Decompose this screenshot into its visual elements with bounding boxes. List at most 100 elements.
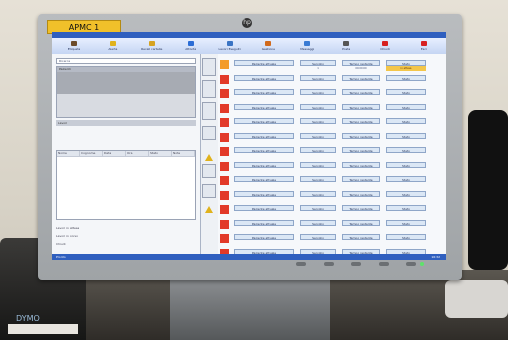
row-patient-cell[interactable]: Paziente attuale (234, 118, 294, 124)
row-time_val (342, 81, 380, 86)
row-time_val (342, 240, 380, 245)
search-input[interactable]: Ricerca (56, 58, 196, 64)
row-state_val (386, 211, 426, 216)
row-patient-cell[interactable]: Paziente attuale (234, 219, 294, 226)
patient-row[interactable]: Paziente attuale Servizio Tempo restante St… (220, 87, 440, 101)
toolbar-label: Chiudi (380, 47, 390, 51)
patient-list[interactable]: Pazienti (56, 66, 196, 118)
action-button-4[interactable] (202, 126, 216, 140)
status-square-icon (220, 89, 229, 98)
row-patient-cell[interactable]: Paziente attuale (234, 190, 294, 197)
toolbar-label: Recall cartelle (141, 47, 163, 51)
toolbar-button-2[interactable]: Recall cartelle (138, 38, 166, 54)
patient-row[interactable]: Paziente attuale Servizio Tempo restante St… (220, 189, 440, 203)
status-square-icon (220, 176, 229, 185)
row-service_val (300, 182, 336, 187)
patient-row[interactable]: Paziente attuale Servizio Tempo restante St… (220, 160, 440, 174)
row-service_val (300, 124, 336, 129)
action-button-6[interactable] (202, 184, 216, 198)
mail-icon (343, 41, 350, 46)
toolbar-button-7[interactable]: Posta (332, 38, 360, 54)
toolbar-label: Etiqueta (67, 47, 81, 51)
patient-row[interactable]: Paziente attuale Servizio Tempo restante St… (220, 131, 440, 145)
row-patient-cell[interactable]: Paziente attuale (234, 103, 294, 110)
row-patient-cell[interactable]: Paziente attuale (234, 176, 294, 182)
patient-row[interactable]: Paziente attuale Servizio Tempo restante St… (220, 145, 440, 159)
folder-icon (148, 41, 155, 46)
row-patient-cell[interactable]: Paziente attuale (234, 74, 294, 81)
monitor-buttons (296, 262, 416, 268)
left-action-link[interactable]: Lavori in attesa (56, 224, 196, 232)
dog-icon (71, 41, 77, 46)
warning-icon[interactable] (205, 154, 213, 161)
row-state_val (386, 197, 426, 202)
monitor-button[interactable] (296, 262, 306, 266)
row-patient-cell[interactable]: Paziente attuale (234, 89, 294, 95)
status-square-icon (220, 74, 229, 84)
row-patient-cell[interactable]: Paziente attuale (234, 205, 294, 211)
toolbar-button-8[interactable]: Chiudi (371, 38, 399, 54)
monitor-stand (170, 280, 330, 340)
patient-row[interactable]: Paziente attuale Servizio Tempo restante St… (220, 174, 440, 188)
row-patient-cell[interactable]: Paziente attuale (234, 60, 294, 66)
row-time_val: 00:00:00 (355, 67, 367, 70)
toolbar-label: Esci (420, 47, 427, 51)
toolbar-button-9[interactable]: Esci (410, 38, 438, 54)
grid-column-header[interactable]: Ora (126, 151, 149, 156)
toolbar-button-1[interactable]: Alerta (99, 38, 127, 54)
row-patient-cell[interactable]: Paziente attuale (234, 132, 294, 139)
left-action-link[interactable]: Lavori in corso (56, 232, 196, 240)
grid-column-header[interactable]: Stato (149, 151, 172, 156)
patient-row[interactable]: Paziente attuale Servizio Tempo restante St… (220, 73, 440, 87)
row-state_val (386, 139, 426, 144)
row-patient-cell[interactable]: Paziente attuale (234, 147, 294, 153)
row-service_val (300, 81, 336, 86)
power-led-icon (420, 262, 424, 266)
grid-column-header[interactable]: Cognome (80, 151, 103, 156)
grid-column-header[interactable]: Data (103, 151, 126, 156)
grid-column-header[interactable]: Nome (57, 151, 80, 156)
toolbar-button-0[interactable]: Etiqueta (60, 38, 88, 54)
row-time_val (342, 110, 380, 115)
row-time_val (342, 124, 380, 129)
status-square-icon (220, 190, 229, 200)
status-bar: Pronto 16:32 (52, 254, 446, 260)
toolbar-button-5[interactable]: Gestione (254, 38, 282, 54)
grid-column-header[interactable]: Note (172, 151, 195, 156)
warning-icon-2[interactable] (205, 206, 213, 213)
toolbar-button-6[interactable]: Messaggi (293, 38, 321, 54)
patient-row[interactable]: Paziente attuale Servizio Tempo restante St… (220, 116, 440, 130)
row-patient-cell[interactable]: Paziente attuale (234, 161, 294, 168)
action-button-5[interactable] (202, 164, 216, 178)
jobs-grid[interactable]: Nome Cognome Data Ora Stato Note (56, 150, 196, 220)
status-text: Pronto (56, 255, 66, 259)
monitor-button[interactable] (351, 262, 361, 266)
row-service_val (300, 95, 336, 100)
left-panel: Ricerca Pazienti Lavori Nome Cognome Data O… (52, 54, 201, 260)
toolbar-button-3[interactable]: Attività (177, 38, 205, 54)
patient-row[interactable]: Paziente attuale Servizio Tempo restante St… (220, 58, 440, 72)
patient-row[interactable]: Paziente attuale Servizio Tempo restante St… (220, 102, 440, 116)
jobs-strip: Lavori (56, 120, 196, 126)
status-square-icon (220, 205, 229, 214)
toolbar-button-4[interactable]: Lavori Eseguiti (216, 38, 244, 54)
row-patient-cell[interactable]: Paziente attuale (234, 234, 294, 240)
jobs-grid-header: Nome Cognome Data Ora Stato Note (57, 151, 195, 157)
action-button-1[interactable] (202, 58, 216, 76)
label-paper (8, 324, 78, 334)
patient-row[interactable]: Paziente attuale Servizio Tempo restante St… (220, 232, 440, 246)
patient-list-selection[interactable] (57, 72, 195, 94)
left-action-link[interactable]: Chiudi (56, 240, 196, 248)
monitor-button[interactable] (406, 262, 416, 266)
row-service_val: 1 (317, 67, 319, 70)
row-state_val (386, 182, 426, 187)
patients-board: Paziente attuale Servizio Tempo restante St… (218, 54, 446, 260)
action-button-3[interactable] (202, 102, 216, 120)
status-square-icon (220, 118, 229, 127)
monitor-button[interactable] (323, 262, 334, 266)
action-button-2[interactable] (202, 80, 216, 98)
patient-row[interactable]: Paziente attuale Servizio Tempo restante St… (220, 203, 440, 217)
monitor-button[interactable] (378, 262, 389, 266)
patient-row[interactable]: Paziente attuale Servizio Tempo restante St… (220, 218, 440, 232)
hp-logo-icon: hp (242, 18, 252, 28)
